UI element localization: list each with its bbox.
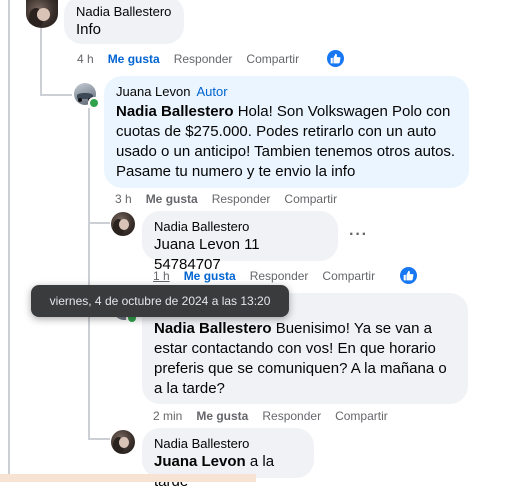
share-button[interactable]: Compartir [322,269,375,283]
like-button[interactable]: Me gusta [146,192,198,206]
thread-connector [40,94,72,96]
thread-line [88,108,90,440]
comment-bubble: Nadia Ballestero Info [64,0,184,44]
bottom-edge [0,474,256,482]
share-button[interactable]: Compartir [284,192,337,206]
comment-text: Info [76,21,102,38]
comment-actions: 4 h Me gusta Responder Compartir [77,52,313,66]
mention[interactable]: Juana Levon [154,236,240,253]
like-button[interactable]: Me gusta [108,52,160,66]
comment-time[interactable]: 1 h [153,269,170,283]
like-button[interactable]: Me gusta [184,269,236,283]
comment-time[interactable]: 4 h [77,52,94,66]
ellipsis-icon[interactable]: ··· [349,226,368,244]
reply-button[interactable]: Responder [212,192,271,206]
share-button[interactable]: Compartir [246,52,299,66]
comment-bubble: Nadia Ballestero Juana Levon 11 54784707 [142,211,338,273]
online-status-dot [88,97,100,109]
avatar[interactable] [111,430,135,454]
timestamp-tooltip: viernes, 4 de octubre de 2024 a las 13:2… [31,285,289,317]
comment-bubble: Nadia Ballestero Juana Levon a la tarde [142,428,314,490]
comment-author[interactable]: Nadia Ballestero [154,436,302,452]
reply-button[interactable]: Responder [262,409,321,423]
mention[interactable]: Nadia Ballestero [116,103,234,120]
thread-line [40,26,42,96]
comment-author[interactable]: Nadia Ballestero [154,219,326,235]
comment-actions: 2 min Me gusta Responder Compartir [153,409,402,423]
comment-time[interactable]: 2 min [153,409,182,423]
comment-author[interactable]: Juana Levon [116,84,190,99]
mention[interactable]: Nadia Ballestero [154,320,272,337]
comment-bubble: Juana Levon Autor Nadia Ballestero Hola! … [104,76,469,188]
thread-connector [88,222,110,224]
comment-author[interactable]: Nadia Ballestero [76,4,172,20]
mention[interactable]: Juana Levon [154,453,246,470]
share-button[interactable]: Compartir [335,409,388,423]
like-thumb-icon[interactable] [399,266,418,285]
reply-button[interactable]: Responder [174,52,233,66]
like-thumb-icon[interactable] [326,49,345,68]
thread-line [8,0,10,482]
avatar[interactable] [26,0,58,28]
author-badge: Autor [196,84,228,99]
comment-actions: 1 h Me gusta Responder Compartir [153,269,389,283]
comment-time[interactable]: 3 h [115,192,132,206]
comment-actions: 3 h Me gusta Responder Compartir [115,192,351,206]
thread-connector [88,438,110,440]
reply-button[interactable]: Responder [250,269,309,283]
avatar[interactable] [111,212,135,236]
like-button[interactable]: Me gusta [196,409,248,423]
